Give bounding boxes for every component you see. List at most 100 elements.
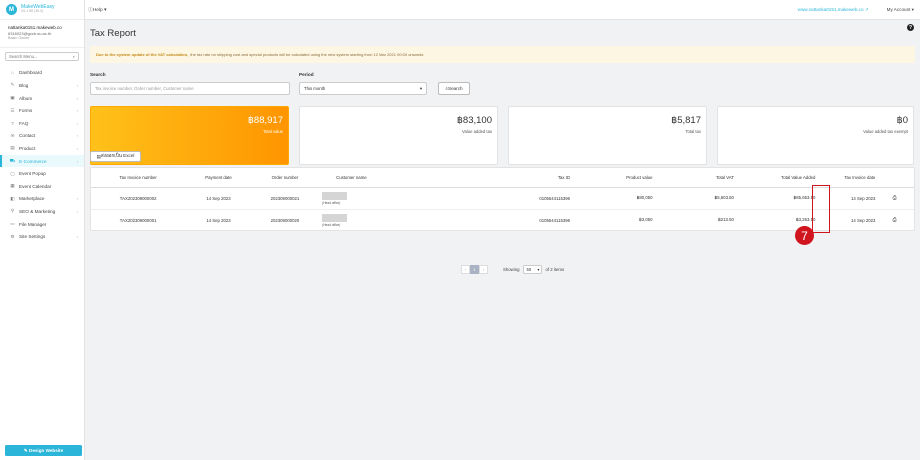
customer-name-redacted bbox=[322, 191, 348, 200]
next-page-button[interactable]: › bbox=[479, 265, 488, 274]
print-button[interactable]: ⎙ bbox=[875, 187, 914, 210]
site-link[interactable]: www.nattanka0151.makeweb.co ↗ bbox=[798, 7, 869, 13]
sidebar-item-file-manager[interactable]: ▭ File Manager bbox=[0, 218, 84, 231]
head-office-label: (Head office) bbox=[322, 222, 341, 227]
search-input[interactable]: Tax invoice number, Order number, Custom… bbox=[90, 82, 290, 95]
blog-icon: ✎ bbox=[10, 82, 15, 88]
contact-icon: ✉ bbox=[10, 132, 15, 138]
vat-card: ฿83,100 Value added tax bbox=[299, 106, 498, 165]
step-badge: 7 bbox=[795, 226, 814, 245]
card-caption: Total tax bbox=[685, 129, 701, 134]
sidebar-item-label: Blog bbox=[19, 82, 29, 88]
sidebar-item-label: E-Commerce bbox=[19, 158, 47, 164]
sidebar-item-event-popup[interactable]: ▢ Event Popup bbox=[0, 167, 84, 180]
seo-icon: ⚲ bbox=[10, 208, 15, 214]
sidebar-item-marketplace[interactable]: ◧ Marketplace › bbox=[0, 193, 84, 206]
brand[interactable]: M MakeWebEasy V6.1.58 (36.0) bbox=[0, 0, 84, 20]
col-header: Product value bbox=[586, 168, 653, 188]
sidebar-item-e-commerce[interactable]: ⛟ E-Commerce › bbox=[0, 154, 84, 168]
sidebar-item-label: Event Popup bbox=[19, 171, 46, 177]
help-label: Help bbox=[92, 8, 103, 13]
head-office-label: (Head office) bbox=[322, 200, 341, 205]
items-count: of 2 items bbox=[545, 267, 565, 272]
print-column-highlight bbox=[812, 185, 830, 233]
print-button[interactable]: ⎙ bbox=[875, 209, 914, 231]
user-plan: Basic Owner bbox=[8, 36, 30, 41]
chevron-right-icon: › bbox=[76, 208, 78, 214]
export-excel-button[interactable]: ▤ ส่งออกเป็น Excel bbox=[90, 151, 141, 162]
payment-date: 14 Sep 2023 bbox=[206, 217, 231, 223]
search-label: Search bbox=[90, 72, 106, 77]
sidebar-item-site-settings[interactable]: ⚙ Site Settings › bbox=[0, 230, 84, 243]
page-1-button[interactable]: 1 bbox=[470, 265, 479, 274]
tax-table: Tax Invoice number Payment date Order nu… bbox=[90, 167, 915, 231]
customer-name: (Head office) bbox=[318, 187, 385, 210]
chevron-down-icon: ▾ bbox=[102, 8, 107, 13]
chevron-right-icon: › bbox=[76, 82, 78, 88]
sidebar-item-forms[interactable]: ☰ Forms › bbox=[0, 104, 84, 117]
notice-text: the tax rate on shipping cost and specia… bbox=[190, 52, 424, 57]
per-page-select[interactable]: 50 ▾ bbox=[523, 265, 543, 274]
printer-icon: ⎙ bbox=[892, 195, 897, 201]
customer-name: (Head office) bbox=[318, 209, 384, 231]
notice-bold: Due to the system update of the VAT calc… bbox=[96, 52, 189, 57]
question-icon[interactable]: ? bbox=[907, 24, 914, 31]
sidebar-item-label: File Manager bbox=[19, 221, 47, 227]
col-header: Tax ID bbox=[384, 168, 587, 188]
sidebar-item-label: Forms bbox=[19, 108, 33, 114]
page-title: Tax Report bbox=[90, 28, 136, 39]
payment-date: 14 Sep 2023 bbox=[185, 187, 252, 210]
faq-icon: ? bbox=[11, 120, 14, 126]
topbar: ⓘHelp ▾ www.nattanka0151.makeweb.co ↗ My… bbox=[85, 0, 920, 20]
site-link-label: www.nattanka0151.makeweb.co bbox=[797, 6, 864, 12]
search-icon: ⌕ bbox=[72, 53, 75, 59]
sidebar-item-faq[interactable]: ? FAQ › bbox=[0, 117, 84, 130]
product-icon: ▤ bbox=[10, 145, 15, 151]
chevron-down-icon: ▾ bbox=[419, 85, 422, 91]
chevron-down-icon: ▾ bbox=[910, 6, 914, 12]
card-caption: Total value bbox=[262, 129, 283, 134]
product-value: ฿3,050 bbox=[639, 217, 653, 223]
table-row: TAX202309000001 14 Sep 2023 202309000020… bbox=[91, 209, 914, 231]
marketplace-icon: ◧ bbox=[10, 195, 15, 201]
chevron-down-icon: ▾ bbox=[537, 267, 540, 272]
external-link-icon: ↗ bbox=[864, 6, 869, 12]
product-value: ฿80,050 bbox=[586, 187, 653, 210]
search-button[interactable]: ⌕ Search bbox=[438, 82, 470, 95]
col-header-actions bbox=[875, 168, 914, 188]
sidebar-item-blog[interactable]: ✎ Blog › bbox=[0, 79, 84, 92]
prev-page-button[interactable]: ‹ bbox=[461, 265, 470, 274]
design-website-button[interactable]: ✎ Design Website bbox=[5, 445, 82, 456]
tax-id: 0105544115396 bbox=[539, 217, 571, 223]
brand-logo-icon: M bbox=[6, 4, 17, 15]
table-header-row: Tax Invoice number Payment date Order nu… bbox=[91, 168, 914, 188]
menu-search-placeholder: Search Menu... bbox=[9, 53, 38, 59]
main-content: Tax Report ? Due to the system update of… bbox=[85, 20, 920, 460]
user-info: nattanka0151.makeweb.co 6316023@gccb.su.… bbox=[0, 20, 84, 48]
sidebar-item-contact[interactable]: ✉ Contact › bbox=[0, 130, 84, 143]
sidebar-item-label: SEO & Marketing bbox=[19, 208, 56, 214]
popup-icon: ▢ bbox=[10, 170, 15, 176]
search-placeholder: Tax invoice number, Order number, Custom… bbox=[95, 86, 194, 91]
sidebar-item-seo-marketing[interactable]: ⚲ SEO & Marketing › bbox=[0, 205, 84, 218]
period-select[interactable]: This month ▾ bbox=[299, 82, 427, 95]
col-header: Customer name bbox=[318, 168, 385, 188]
total-value-added: ฿85,653.50 bbox=[733, 187, 816, 210]
sidebar: M MakeWebEasy V6.1.58 (36.0) nattanka015… bbox=[0, 0, 85, 460]
printer-icon: ⎙ bbox=[892, 217, 897, 224]
sidebar-item-label: Contact bbox=[19, 133, 36, 139]
card-amount: ฿5,817 bbox=[671, 115, 701, 126]
customer-name-redacted bbox=[322, 213, 348, 222]
export-label: ส่งออกเป็น Excel bbox=[100, 153, 135, 158]
sidebar-item-label: Site Settings bbox=[19, 234, 46, 240]
help-menu[interactable]: ⓘHelp ▾ bbox=[88, 6, 106, 13]
sidebar-item-product[interactable]: ▤ Product › bbox=[0, 142, 84, 155]
truck-icon: ⛟ bbox=[9, 157, 16, 163]
tax-id: 0105544115396 bbox=[384, 187, 587, 210]
sidebar-item-dashboard[interactable]: ⌂ Dashboard bbox=[0, 67, 84, 80]
card-amount: ฿83,100 bbox=[456, 115, 492, 126]
sidebar-item-event-calendar[interactable]: ▦ Event Calendar bbox=[0, 180, 84, 193]
menu-search-input[interactable]: Search Menu... ⌕ bbox=[5, 51, 79, 61]
account-menu[interactable]: My Account ▾ bbox=[887, 7, 914, 13]
sidebar-item-album[interactable]: ▣ Album › bbox=[0, 92, 84, 105]
